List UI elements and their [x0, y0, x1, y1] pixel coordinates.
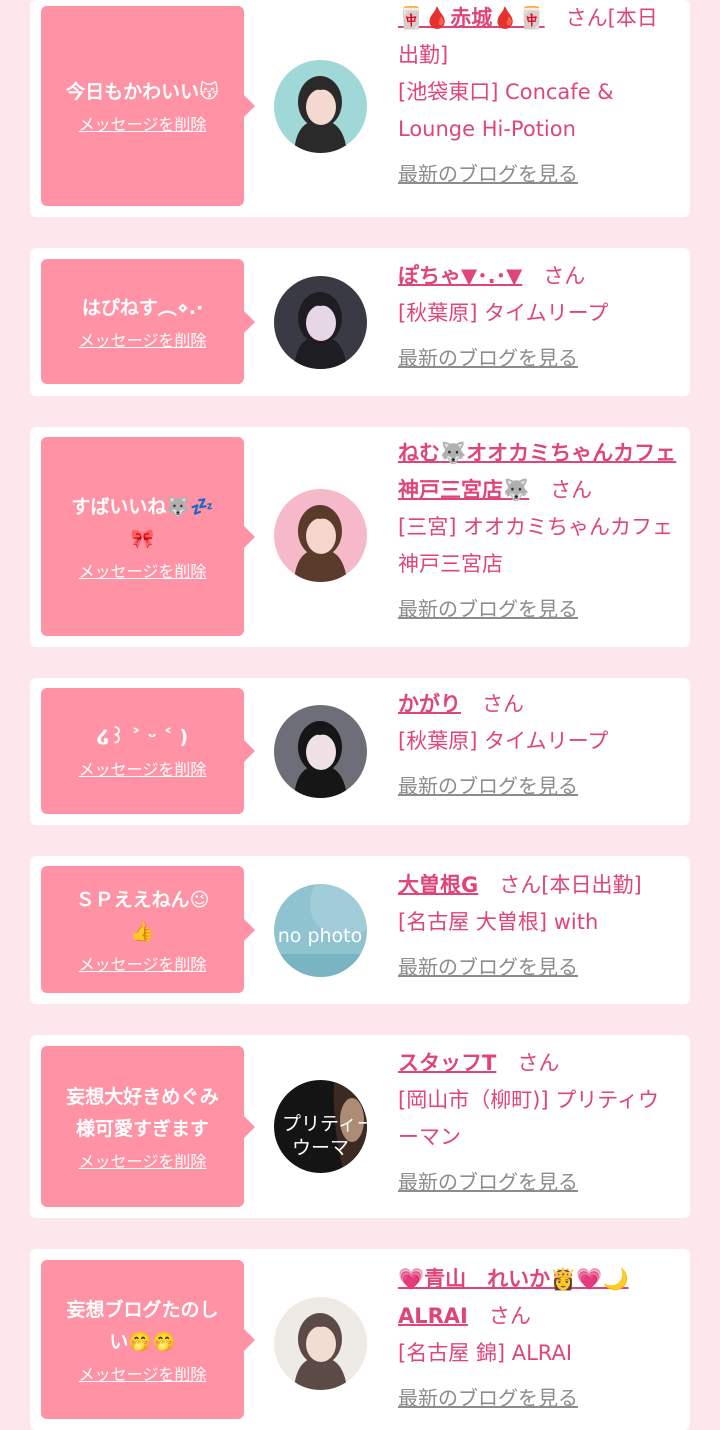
cast-name-link[interactable]: ぽちゃ▼･.･▼ — [398, 264, 522, 288]
cast-info: ぽちゃ▼･.･▼ さん [秋葉原] タイムリープ最新のブログを見る — [398, 258, 678, 377]
cast-avatar[interactable] — [274, 276, 367, 369]
message-bubble: 妄想ブログたのし い🤭🤭 メッセージを削除 — [41, 1260, 255, 1419]
latest-blog-link[interactable]: 最新のブログを見る — [398, 1164, 578, 1201]
no-photo-icon: no photo — [274, 884, 367, 977]
cast-name-line: ねむ🐺オオカミちゃんカフェ神戸三宮店🐺 さん — [398, 435, 678, 509]
message-bubble: すばいいね🐺💤 🎀 メッセージを削除 — [41, 437, 255, 636]
message-bubble: 今日もかわいい😽 メッセージを削除 — [41, 6, 255, 206]
message-text: はぴねす︵⋄.· — [81, 296, 204, 319]
message-list: 今日もかわいい😽 メッセージを削除 🀄🩸赤城🩸🀄 さん[本日出勤] [池袋東口] Co… — [0, 0, 720, 1430]
message-card: はぴねす︵⋄.· メッセージを削除 ぽちゃ▼･.･▼ さん [秋葉原] タイムリープ最… — [30, 248, 690, 396]
shop-logo-text: プリティー — [282, 1113, 367, 1135]
honorific-label: さん — [543, 264, 586, 288]
message-card: 妄想大好きめぐみ 様可愛すぎます メッセージを削除 プリティー ウーマ スタッフT さん… — [30, 1035, 690, 1218]
cast-avatar[interactable]: プリティー ウーマ — [274, 1080, 367, 1173]
delete-message-link[interactable]: メッセージを削除 — [79, 561, 207, 583]
cast-photo-icon — [274, 705, 367, 798]
honorific-label: さん — [499, 873, 542, 897]
shop-name: [名古屋 大曽根] with — [398, 910, 599, 934]
cast-photo-icon — [274, 489, 367, 582]
cast-info: 💗青山 れいか👸💗🌙ALRAI さん [名古屋 錦] ALRAI 最新のブログを見る — [398, 1261, 678, 1417]
cast-avatar[interactable] — [274, 489, 367, 582]
cast-info: スタッフT さん [岡山市（柳町)] プリティウーマン最新のブログを見る — [398, 1045, 678, 1201]
cast-photo-icon — [274, 1297, 367, 1390]
delete-message-link[interactable]: メッセージを削除 — [79, 1151, 207, 1173]
shop-name: [岡山市（柳町)] プリティウーマン — [398, 1088, 659, 1149]
shop-name: [秋葉原] タイムリープ — [398, 729, 609, 753]
message-card: 今日もかわいい😽 メッセージを削除 🀄🩸赤城🩸🀄 さん[本日出勤] [池袋東口] Co… — [30, 0, 690, 217]
cast-name-link[interactable]: 🀄🩸赤城🩸🀄 — [398, 6, 545, 30]
honorific-label: さん — [565, 6, 608, 30]
cast-avatar[interactable] — [274, 705, 367, 798]
message-bubble: はぴねす︵⋄.· メッセージを削除 — [41, 259, 255, 384]
cast-name-line: 💗青山 れいか👸💗🌙ALRAI さん — [398, 1261, 678, 1335]
delete-message-link[interactable]: メッセージを削除 — [79, 1364, 207, 1386]
message-bubble: ໒꒱ ˃ ᵕ ˂ ) メッセージを削除 — [41, 688, 255, 814]
cast-avatar[interactable] — [274, 1297, 367, 1390]
honorific-label: さん — [482, 692, 524, 716]
latest-blog-link[interactable]: 最新のブログを見る — [398, 591, 578, 628]
honorific-label: さん — [517, 1051, 560, 1075]
message-bubble: ＳＰええねん😉 👍 メッセージを削除 — [41, 866, 255, 993]
message-card: 妄想ブログたのし い🤭🤭 メッセージを削除 💗青山 れいか👸💗🌙ALRAI さん [名… — [30, 1249, 690, 1430]
message-card: ＳＰええねん😉 👍 メッセージを削除 no photo 大曽根G さん[本日出勤] [名… — [30, 856, 690, 1004]
cast-avatar[interactable] — [274, 60, 367, 153]
shop-name: [秋葉原] タイムリープ — [398, 301, 609, 325]
shop-logo-icon: プリティーウーマ — [274, 1080, 367, 1173]
message-card: すばいいね🐺💤 🎀 メッセージを削除 ねむ🐺オオカミちゃんカフェ神戸三宮店🐺 さん[… — [30, 427, 690, 647]
delete-message-link[interactable]: メッセージを削除 — [79, 954, 207, 976]
message-text: 今日もかわいい😽 — [66, 81, 219, 103]
cast-name-link[interactable]: 大曽根G — [398, 873, 478, 897]
shop-name: [名古屋 錦] ALRAI — [398, 1341, 573, 1365]
shop-name: [池袋東口] Concafe & Lounge Hi-Potion — [398, 80, 614, 141]
cast-name-link[interactable]: かがり — [398, 692, 461, 716]
shop-name: [三宮] オオカミちゃんカフェ神戸三宮店 — [398, 515, 674, 576]
honorific-label: さん — [488, 1304, 531, 1328]
message-bubble: 妄想大好きめぐみ 様可愛すぎますメッセージを削除 — [41, 1046, 255, 1207]
cast-avatar[interactable]: no photo — [274, 884, 367, 977]
cast-name-line: スタッフT さん — [398, 1045, 678, 1082]
message-text: 妄想ブログたのし い🤭🤭 — [66, 1298, 219, 1353]
message-text: ＳＰええねん😉 👍 — [75, 888, 210, 943]
message-text: 妄想大好きめぐみ 様可愛すぎます — [66, 1085, 219, 1140]
delete-message-link[interactable]: メッセージを削除 — [79, 330, 207, 352]
delete-message-link[interactable]: メッセージを削除 — [79, 114, 207, 136]
cast-info: 大曽根G さん[本日出勤] [名古屋 大曽根] with 最新のブログを見る — [398, 867, 678, 986]
latest-blog-link[interactable]: 最新のブログを見る — [398, 1380, 578, 1417]
latest-blog-link[interactable]: 最新のブログを見る — [398, 949, 578, 986]
cast-name-link[interactable]: ねむ🐺オオカミちゃんカフェ神戸三宮店🐺 — [398, 441, 676, 502]
cast-info: ねむ🐺オオカミちゃんカフェ神戸三宮店🐺 さん [三宮] オオカミちゃんカフェ神戸三… — [398, 435, 678, 628]
cast-name-line: かがり さん — [398, 686, 678, 723]
cast-photo-icon — [274, 276, 367, 369]
cast-name-line: ぽちゃ▼･.･▼ さん — [398, 258, 678, 295]
message-card: ໒꒱ ˃ ᵕ ˂ ) メッセージを削除 かがり さん [秋葉原] タイムリープ最新のブ… — [30, 678, 690, 825]
latest-blog-link[interactable]: 最新のブログを見る — [398, 156, 578, 193]
latest-blog-link[interactable]: 最新のブログを見る — [398, 340, 578, 377]
message-text: ໒꒱ ˃ ᵕ ˂ ) — [96, 726, 189, 748]
cast-photo-icon — [274, 60, 367, 153]
cast-info: かがり さん [秋葉原] タイムリープ最新のブログを見る — [398, 686, 678, 805]
cast-name-line: 🀄🩸赤城🩸🀄 さん[本日出勤] — [398, 0, 678, 74]
honorific-label: さん — [550, 478, 593, 502]
working-today-status: [本日出勤] — [541, 873, 642, 897]
shop-logo-text: ウーマ — [292, 1137, 349, 1159]
cast-info: 🀄🩸赤城🩸🀄 さん[本日出勤] [池袋東口] Concafe & Lounge H… — [398, 0, 678, 193]
no-photo-label: no photo — [278, 925, 363, 947]
message-text: すばいいね🐺💤 🎀 — [71, 495, 214, 550]
latest-blog-link[interactable]: 最新のブログを見る — [398, 768, 578, 805]
cast-name-link[interactable]: スタッフT — [398, 1051, 496, 1075]
delete-message-link[interactable]: メッセージを削除 — [79, 759, 207, 781]
cast-name-line: 大曽根G さん[本日出勤] — [398, 867, 678, 904]
